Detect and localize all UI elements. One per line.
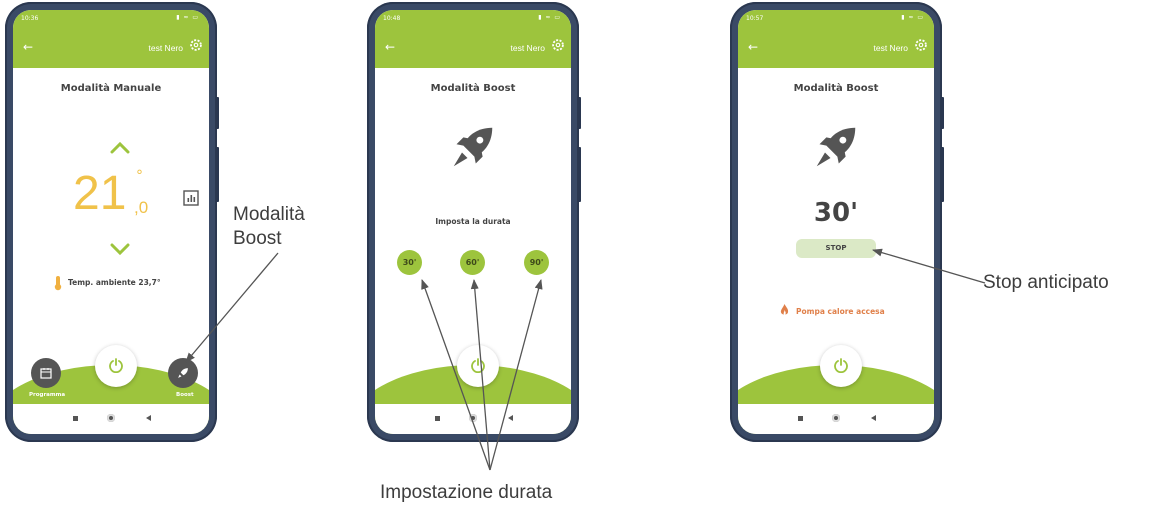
arrow-to-90 bbox=[489, 279, 543, 471]
annotation-boost: Modalità Boost bbox=[233, 203, 305, 251]
arrow-to-60 bbox=[470, 279, 491, 471]
annotation-arrows bbox=[185, 248, 986, 471]
arrow-to-stop bbox=[872, 248, 986, 284]
annotation-boost-line2: Boost bbox=[233, 228, 282, 249]
annotation-durations: Impostazione durata bbox=[380, 482, 553, 503]
arrow-to-30 bbox=[421, 279, 491, 471]
annotation-boost-line1: Modalità bbox=[233, 204, 305, 225]
annotation-stop: Stop anticipato bbox=[983, 272, 1109, 293]
arrow-to-boost bbox=[185, 252, 279, 363]
